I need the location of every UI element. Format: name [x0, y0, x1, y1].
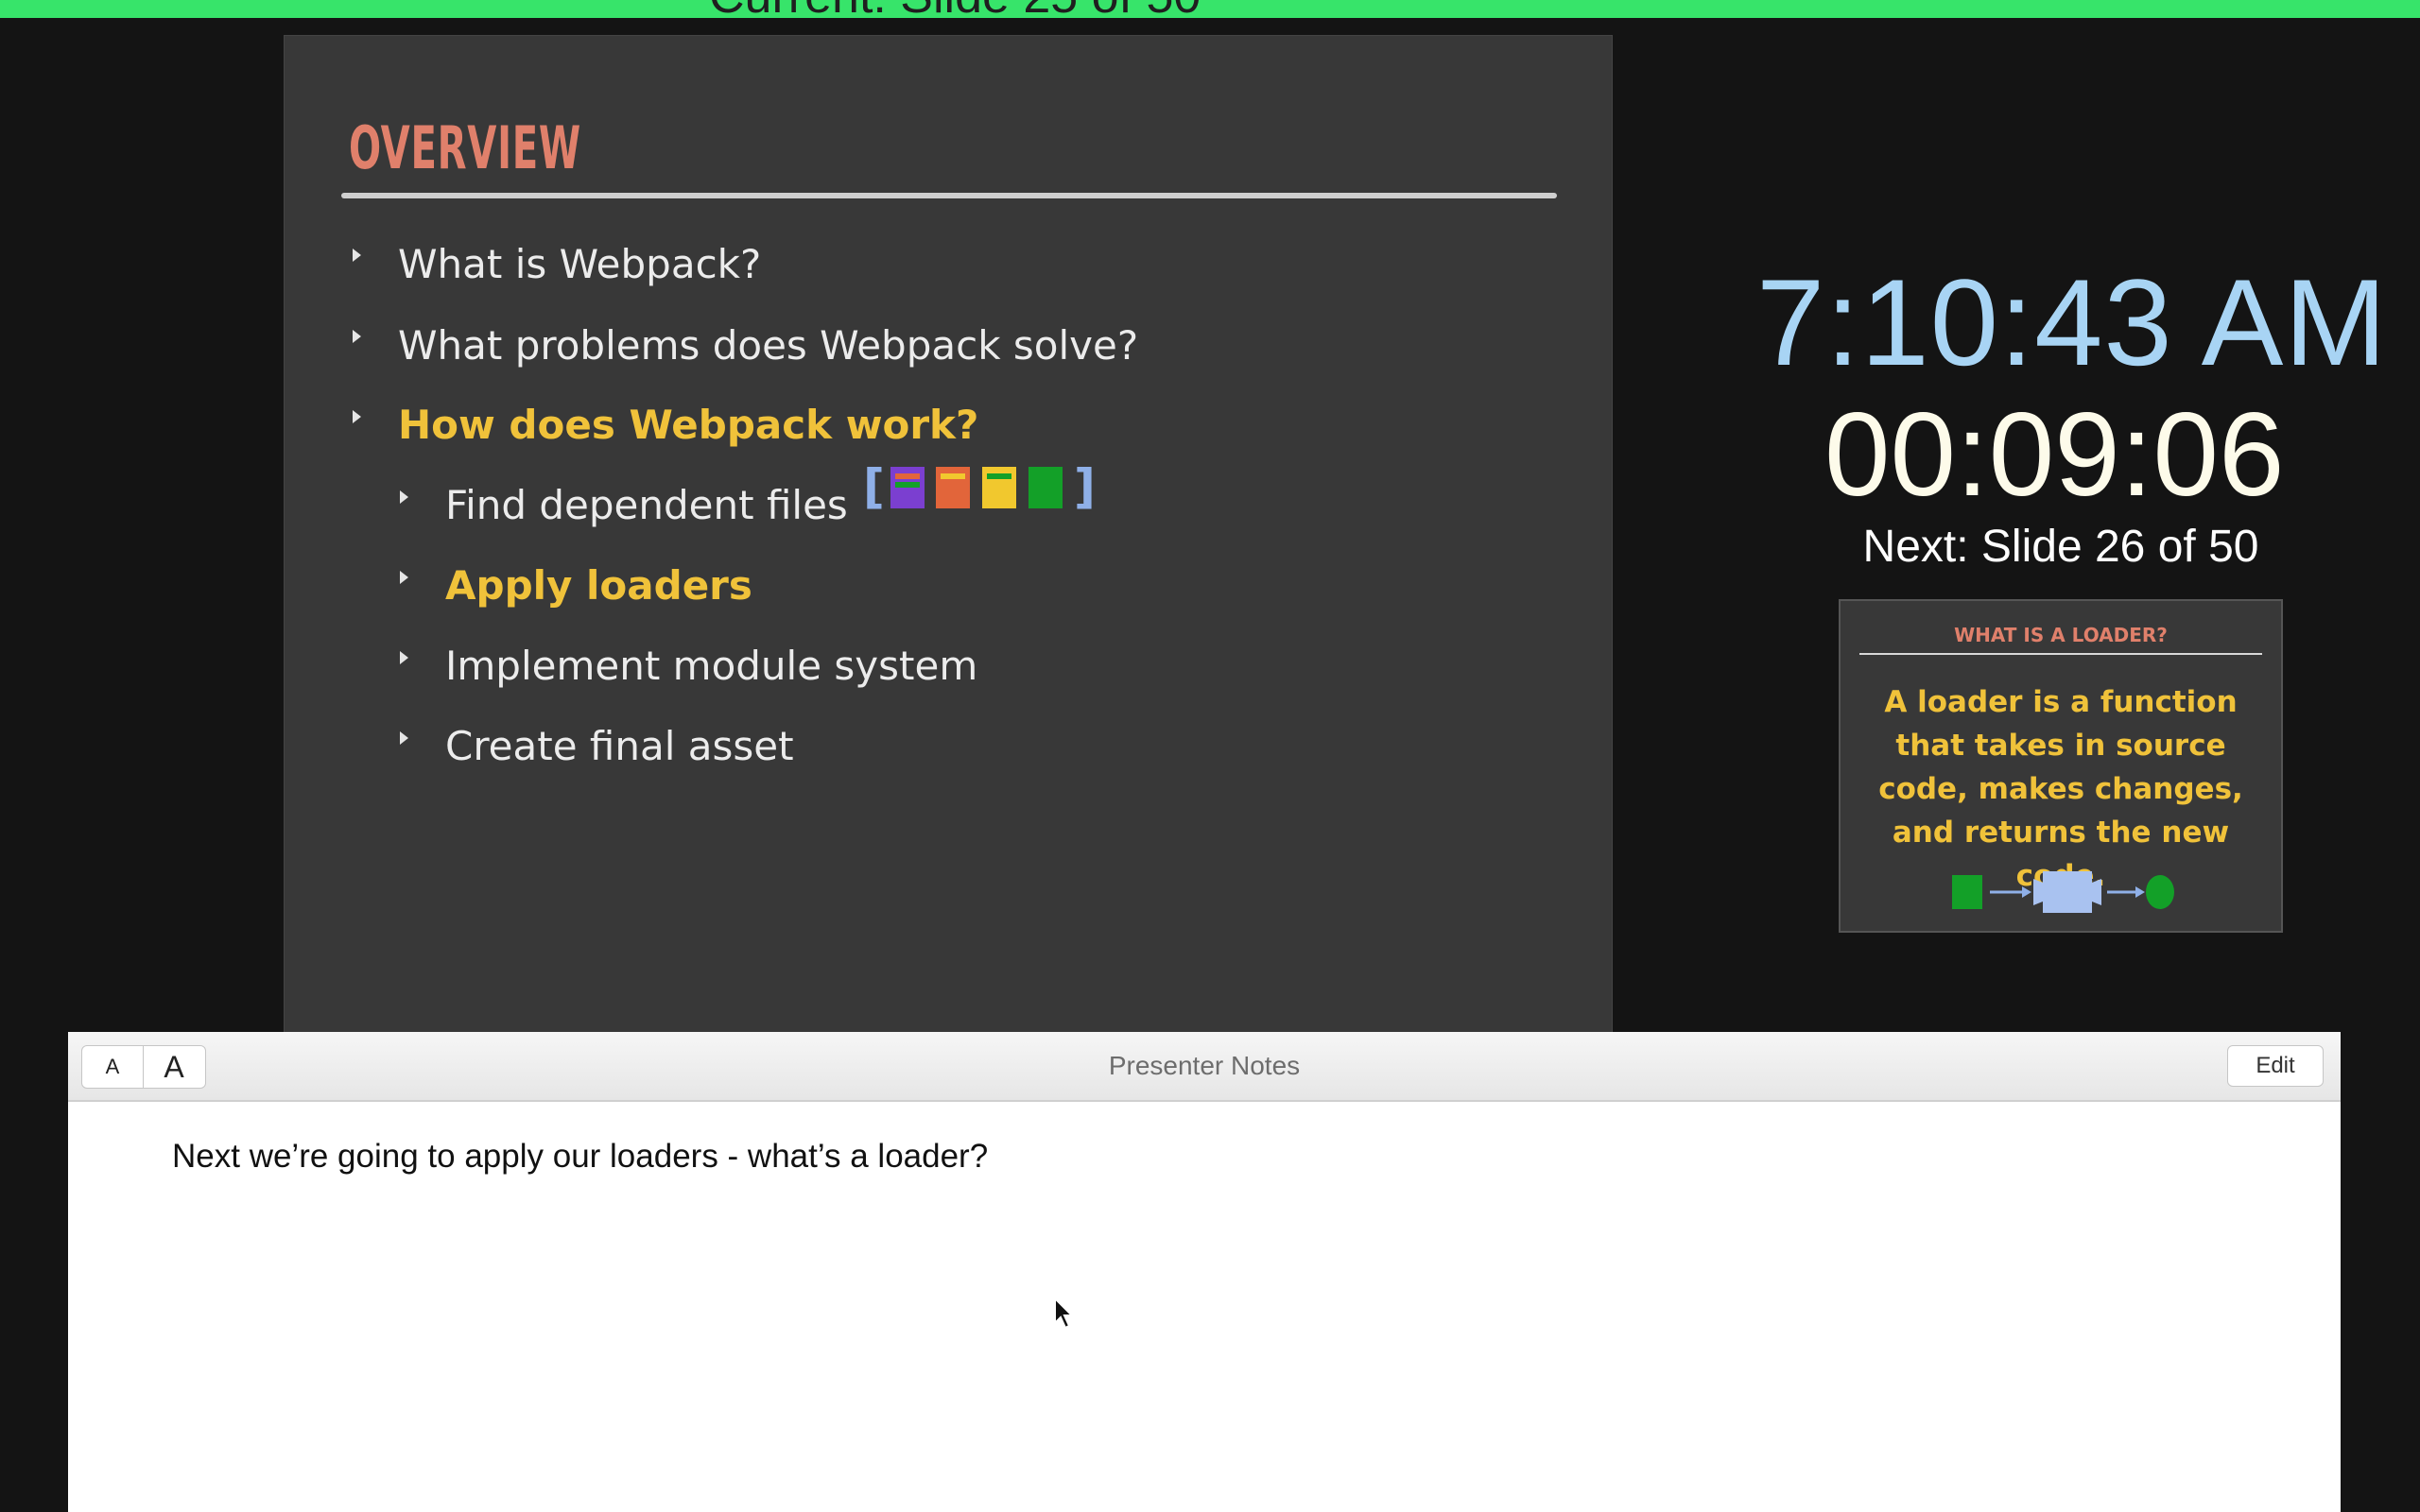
arrow-head-icon [2022, 886, 2031, 898]
bracket-close: ] [1074, 459, 1096, 514]
presenter-notes-panel: Presenter Notes A A Edit Next we’re goin… [68, 1032, 2341, 1512]
bullet-arrow-icon [353, 249, 361, 262]
increase-font-button[interactable]: A [144, 1046, 204, 1088]
current-slide-label: Current: Slide 25 of 50 [709, 0, 1201, 18]
source-code-shape [1952, 875, 1982, 909]
file-icon [936, 467, 970, 508]
sub-bullet-arrow-icon [400, 651, 408, 664]
next-slide-preview[interactable]: WHAT IS A LOADER? A loader is a function… [1839, 599, 2283, 933]
sub-bullet-item: Create final asset [445, 723, 794, 769]
presenter-notes-title: Presenter Notes [1108, 1051, 1301, 1080]
next-slide-title: WHAT IS A LOADER? [1954, 624, 2168, 646]
file-icon [890, 467, 925, 508]
bullet-item-highlighted: How does Webpack work? [398, 402, 979, 448]
sub-bullet-item-highlighted: Apply loaders [445, 562, 752, 609]
font-size-controls: A A [81, 1045, 206, 1089]
new-code-shape [2146, 875, 2174, 909]
next-slide-label: Next: Slide 26 of 50 [1862, 522, 2259, 572]
sub-bullet-item: Implement module system [445, 643, 978, 689]
bullet-arrow-icon [353, 330, 361, 343]
presenter-notes-text[interactable]: Next we’re going to apply our loaders - … [172, 1138, 988, 1176]
next-slide-underline [1859, 653, 2262, 655]
bracket-open: [ [863, 459, 885, 514]
elapsed-timer[interactable]: 00:09:06 [1824, 387, 2285, 523]
current-slide: OVERVIEW What is Webpack? What problems … [284, 35, 1613, 1034]
loader-function-shape [2033, 871, 2101, 913]
current-slide-indicator-bar: Current: Slide 25 of 50 [0, 0, 2420, 18]
arrow-head-icon [2135, 886, 2145, 898]
file-icon [1028, 467, 1063, 508]
edit-notes-button[interactable]: Edit [2227, 1045, 2324, 1087]
decrease-font-button[interactable]: A [82, 1046, 144, 1088]
bullet-item: What is Webpack? [398, 241, 762, 287]
next-slide-body: A loader is a function that takes in sou… [1878, 685, 2243, 893]
sub-bullet-arrow-icon [400, 731, 408, 745]
title-underline [341, 193, 1557, 198]
mouse-pointer-icon [1054, 1297, 1075, 1330]
sub-bullet-arrow-icon [400, 490, 408, 504]
sub-bullet-arrow-icon [400, 571, 408, 584]
slide-title: OVERVIEW [349, 113, 581, 182]
bullet-arrow-icon [353, 410, 361, 423]
current-time-clock: 7:10:43 AM [1756, 253, 2388, 391]
bullet-item: What problems does Webpack solve? [398, 322, 1139, 369]
loader-diagram [1952, 871, 2174, 913]
sub-bullet-item: Find dependent files [445, 482, 848, 528]
presenter-notes-toolbar: Presenter Notes A A Edit [68, 1032, 2341, 1102]
file-icon [982, 467, 1016, 508]
